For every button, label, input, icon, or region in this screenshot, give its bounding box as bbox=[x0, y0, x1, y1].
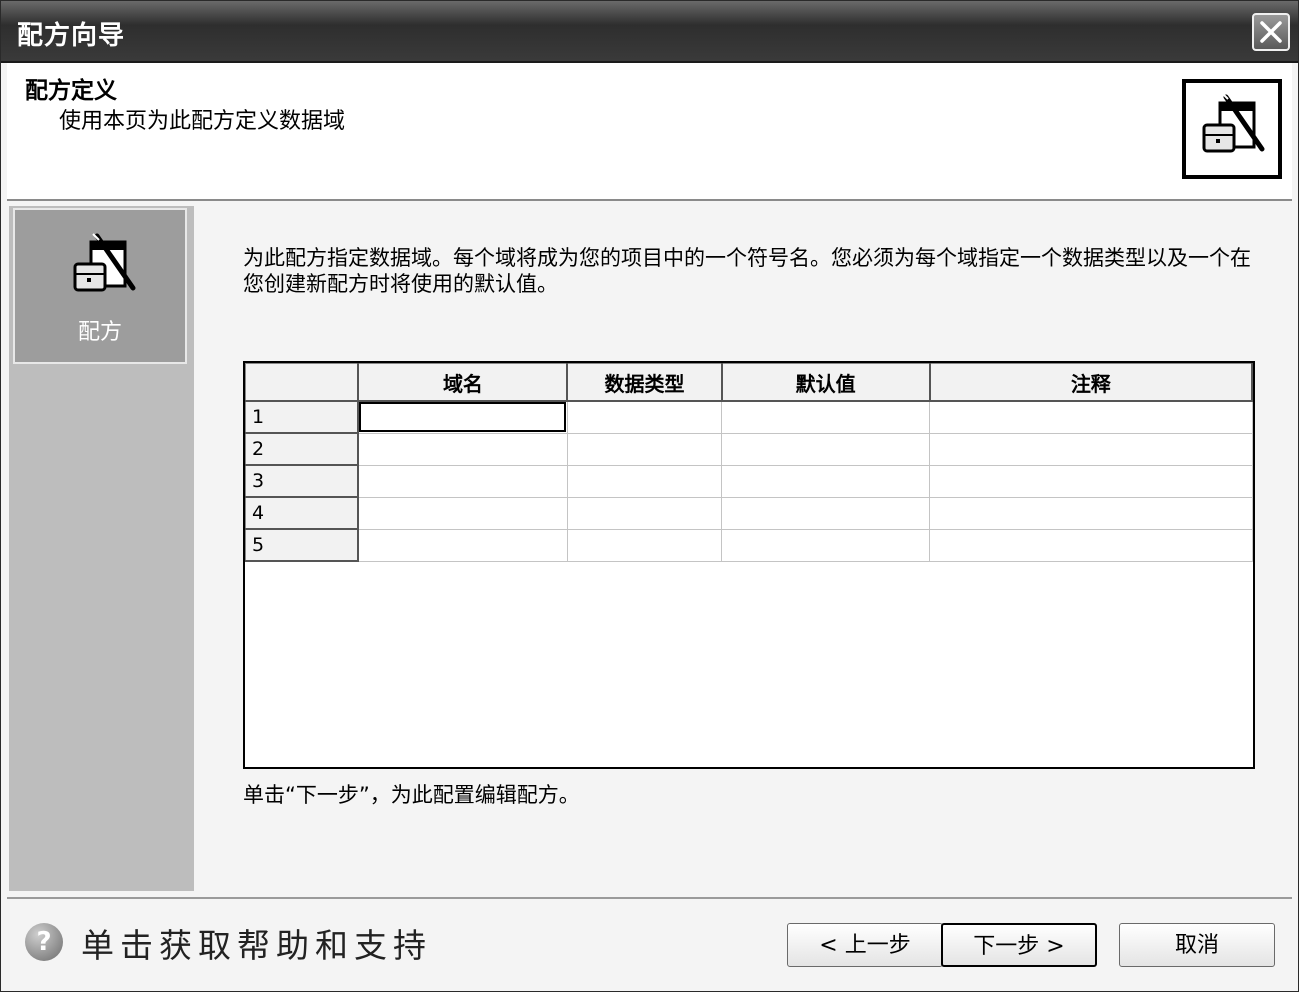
column-header-data-type[interactable]: 数据类型 bbox=[566, 363, 723, 402]
table-row: 1 bbox=[245, 400, 1253, 434]
help-link[interactable]: 单击获取帮助和支持 bbox=[81, 919, 432, 967]
sidebar-item-label: 配方 bbox=[77, 320, 122, 345]
grid-cell-comment[interactable] bbox=[929, 464, 1253, 498]
grid-cell-field-name[interactable] bbox=[357, 464, 568, 498]
grid-corner-cell bbox=[245, 363, 360, 402]
recipe-wizard-window: 配方向导 配方定义 使用本页为此配方定义数据域 配方 为此配方指定数据域。每个域… bbox=[0, 0, 1299, 992]
grid-cell-comment[interactable] bbox=[929, 528, 1253, 562]
grid-cell-default-value[interactable] bbox=[721, 400, 931, 434]
column-header-field-name[interactable]: 域名 bbox=[357, 363, 569, 402]
page-subtitle: 使用本页为此配方定义数据域 bbox=[59, 109, 346, 134]
table-row: 5 bbox=[245, 528, 1253, 562]
row-header[interactable]: 1 bbox=[245, 400, 360, 434]
wizard-header: 配方定义 使用本页为此配方定义数据域 bbox=[7, 63, 1292, 201]
page-title: 配方定义 bbox=[25, 78, 117, 104]
table-row: 4 bbox=[245, 496, 1253, 530]
grid-cell-data-type[interactable] bbox=[566, 400, 723, 434]
table-row: 2 bbox=[245, 432, 1253, 466]
sidebar-item-recipe[interactable]: 配方 bbox=[13, 208, 187, 364]
grid-cell-field-name[interactable] bbox=[357, 400, 568, 434]
close-icon bbox=[1260, 21, 1282, 43]
grid-cell-data-type[interactable] bbox=[566, 432, 723, 466]
grid-cell-data-type[interactable] bbox=[566, 528, 723, 562]
grid-cell-field-name[interactable] bbox=[357, 528, 568, 562]
grid-cell-default-value[interactable] bbox=[721, 528, 931, 562]
row-header[interactable]: 3 bbox=[245, 464, 360, 498]
next-step-hint: 单击“下一步”，为此配置编辑配方。 bbox=[243, 783, 580, 807]
grid-cell-default-value[interactable] bbox=[721, 496, 931, 530]
instruction-text: 为此配方指定数据域。每个域将成为您的项目中的一个符号名。您必须为每个域指定一个数… bbox=[243, 246, 1251, 296]
recipe-icon bbox=[73, 233, 136, 292]
recipe-wizard-icon bbox=[1182, 79, 1282, 179]
title-bar[interactable]: 配方向导 bbox=[1, 1, 1298, 63]
grid-cell-default-value[interactable] bbox=[721, 464, 931, 498]
grid-cell-field-name[interactable] bbox=[357, 432, 568, 466]
back-button[interactable]: < 上一步 bbox=[787, 923, 943, 967]
grid-cell-comment[interactable] bbox=[929, 432, 1253, 466]
column-header-default-value[interactable]: 默认值 bbox=[721, 363, 931, 402]
data-field-grid[interactable]: 域名 数据类型 默认值 注释 1 2 3 4 5 bbox=[243, 361, 1255, 769]
wizard-sidebar: 配方 bbox=[9, 206, 194, 891]
grid-cell-comment[interactable] bbox=[929, 496, 1253, 530]
grid-cell-data-type[interactable] bbox=[566, 464, 723, 498]
row-header[interactable]: 2 bbox=[245, 432, 360, 466]
row-header[interactable]: 5 bbox=[245, 528, 360, 562]
close-button[interactable] bbox=[1252, 13, 1290, 51]
grid-cell-default-value[interactable] bbox=[721, 432, 931, 466]
table-row: 3 bbox=[245, 464, 1253, 498]
row-header[interactable]: 4 bbox=[245, 496, 360, 530]
grid-header-row: 域名 数据类型 默认值 注释 bbox=[245, 363, 1254, 402]
grid-cell-field-name[interactable] bbox=[357, 496, 568, 530]
cancel-button[interactable]: 取消 bbox=[1119, 923, 1275, 967]
next-button[interactable]: 下一步 > bbox=[941, 923, 1097, 967]
footer-divider bbox=[7, 897, 1292, 899]
window-title: 配方向导 bbox=[17, 21, 126, 51]
grid-cell-data-type[interactable] bbox=[566, 496, 723, 530]
column-header-comment[interactable]: 注释 bbox=[929, 363, 1254, 402]
help-icon[interactable]: ? bbox=[25, 923, 63, 961]
grid-cell-comment[interactable] bbox=[929, 400, 1253, 434]
